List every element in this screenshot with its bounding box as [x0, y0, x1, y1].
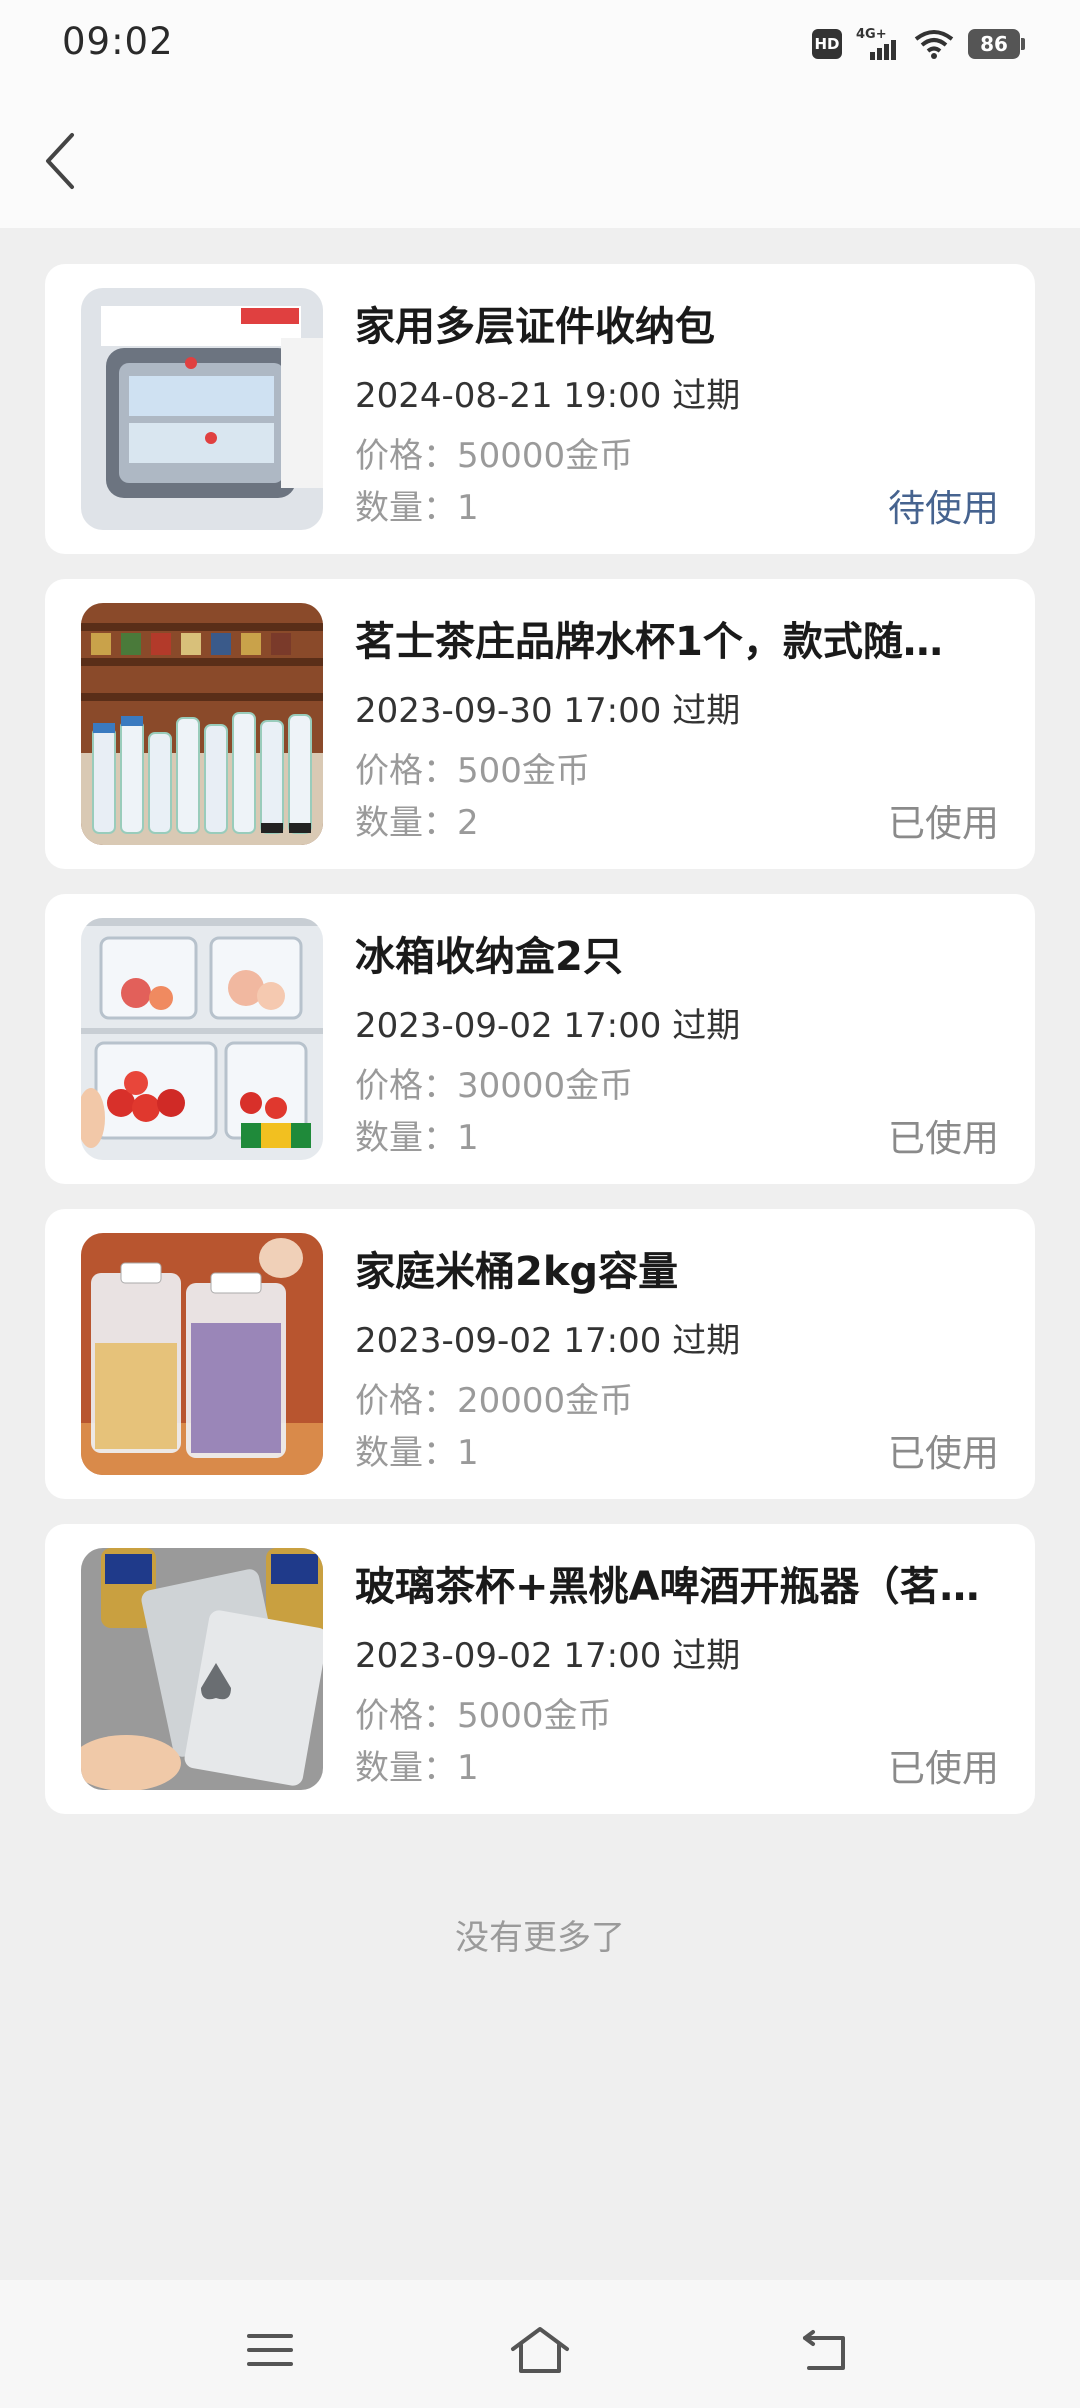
bottle-opener-image	[81, 1548, 323, 1790]
status-badge[interactable]: 已使用	[888, 1108, 999, 1162]
network-type-label: 4G+	[856, 27, 887, 42]
battery-icon: 86	[968, 29, 1025, 59]
item-quantity: 数量：1	[355, 1118, 479, 1158]
wifi-icon	[914, 30, 954, 59]
item-quantity: 数量：1	[355, 1433, 479, 1473]
list-item[interactable]: 家用多层证件收纳包 2024-08-21 19:00 过期 价格：50000金币…	[45, 264, 1035, 554]
no-more-label: 没有更多了	[455, 1918, 625, 1958]
item-expire-time: 2023-09-30 17:00 过期	[355, 691, 741, 731]
item-price: 价格：20000金币	[355, 1381, 634, 1421]
back-button[interactable]	[20, 116, 100, 206]
item-quantity: 数量：1	[355, 1748, 479, 1788]
item-price: 价格：30000金币	[355, 1066, 634, 1106]
list-item[interactable]: 茗士茶庄品牌水杯1个，款式随… 2023-09-30 17:00 过期 价格：5…	[45, 579, 1035, 869]
item-quantity: 数量：1	[355, 488, 479, 528]
item-expire-time: 2024-08-21 19:00 过期	[355, 376, 741, 416]
item-quantity: 数量：2	[355, 803, 479, 843]
signal-icon: 4G+	[856, 27, 896, 60]
fridge-box-image	[81, 918, 323, 1160]
item-title: 冰箱收纳盒2只	[355, 934, 623, 980]
status-icons: HD 4G+ 86	[812, 22, 1025, 66]
item-title: 家庭米桶2kg容量	[355, 1249, 679, 1295]
menu-button[interactable]	[235, 2320, 305, 2380]
item-expire-time: 2023-09-02 17:00 过期	[355, 1006, 741, 1046]
status-badge[interactable]: 已使用	[888, 1423, 999, 1477]
item-price: 价格：50000金币	[355, 436, 634, 476]
document-bag-image	[81, 288, 323, 530]
list-item[interactable]: 家庭米桶2kg容量 2023-09-02 17:00 过期 价格：20000金币…	[45, 1209, 1035, 1499]
item-price: 价格：5000金币	[355, 1696, 612, 1736]
status-time: 09:02	[62, 20, 174, 63]
system-nav-bar	[0, 2280, 1080, 2408]
status-badge[interactable]: 已使用	[888, 1738, 999, 1792]
list-item[interactable]: 冰箱收纳盒2只 2023-09-02 17:00 过期 价格：30000金币 数…	[45, 894, 1035, 1184]
back-nav-button[interactable]	[790, 2320, 860, 2380]
item-title: 玻璃茶杯+黑桃A啤酒开瓶器（茗…	[355, 1564, 980, 1610]
item-title: 茗士茶庄品牌水杯1个，款式随…	[355, 619, 943, 665]
return-icon	[803, 2330, 845, 2370]
list-item[interactable]: 玻璃茶杯+黑桃A啤酒开瓶器（茗… 2023-09-02 17:00 过期 价格：…	[45, 1524, 1035, 1814]
rice-bucket-image	[81, 1233, 323, 1475]
chevron-left-icon	[46, 133, 74, 189]
item-title: 家用多层证件收纳包	[355, 304, 715, 350]
status-badge[interactable]: 待使用	[888, 478, 999, 532]
water-bottles-image	[81, 603, 323, 845]
item-price: 价格：500金币	[355, 751, 590, 791]
item-expire-time: 2023-09-02 17:00 过期	[355, 1321, 741, 1361]
hd-icon: HD	[812, 29, 842, 59]
status-badge[interactable]: 已使用	[888, 793, 999, 847]
home-button[interactable]	[505, 2320, 575, 2380]
status-bar: 09:02 HD 4G+ 86	[0, 0, 1080, 86]
item-expire-time: 2023-09-02 17:00 过期	[355, 1636, 741, 1676]
menu-icon	[247, 2334, 293, 2366]
header-bar	[0, 86, 1080, 228]
home-icon	[511, 2327, 569, 2373]
